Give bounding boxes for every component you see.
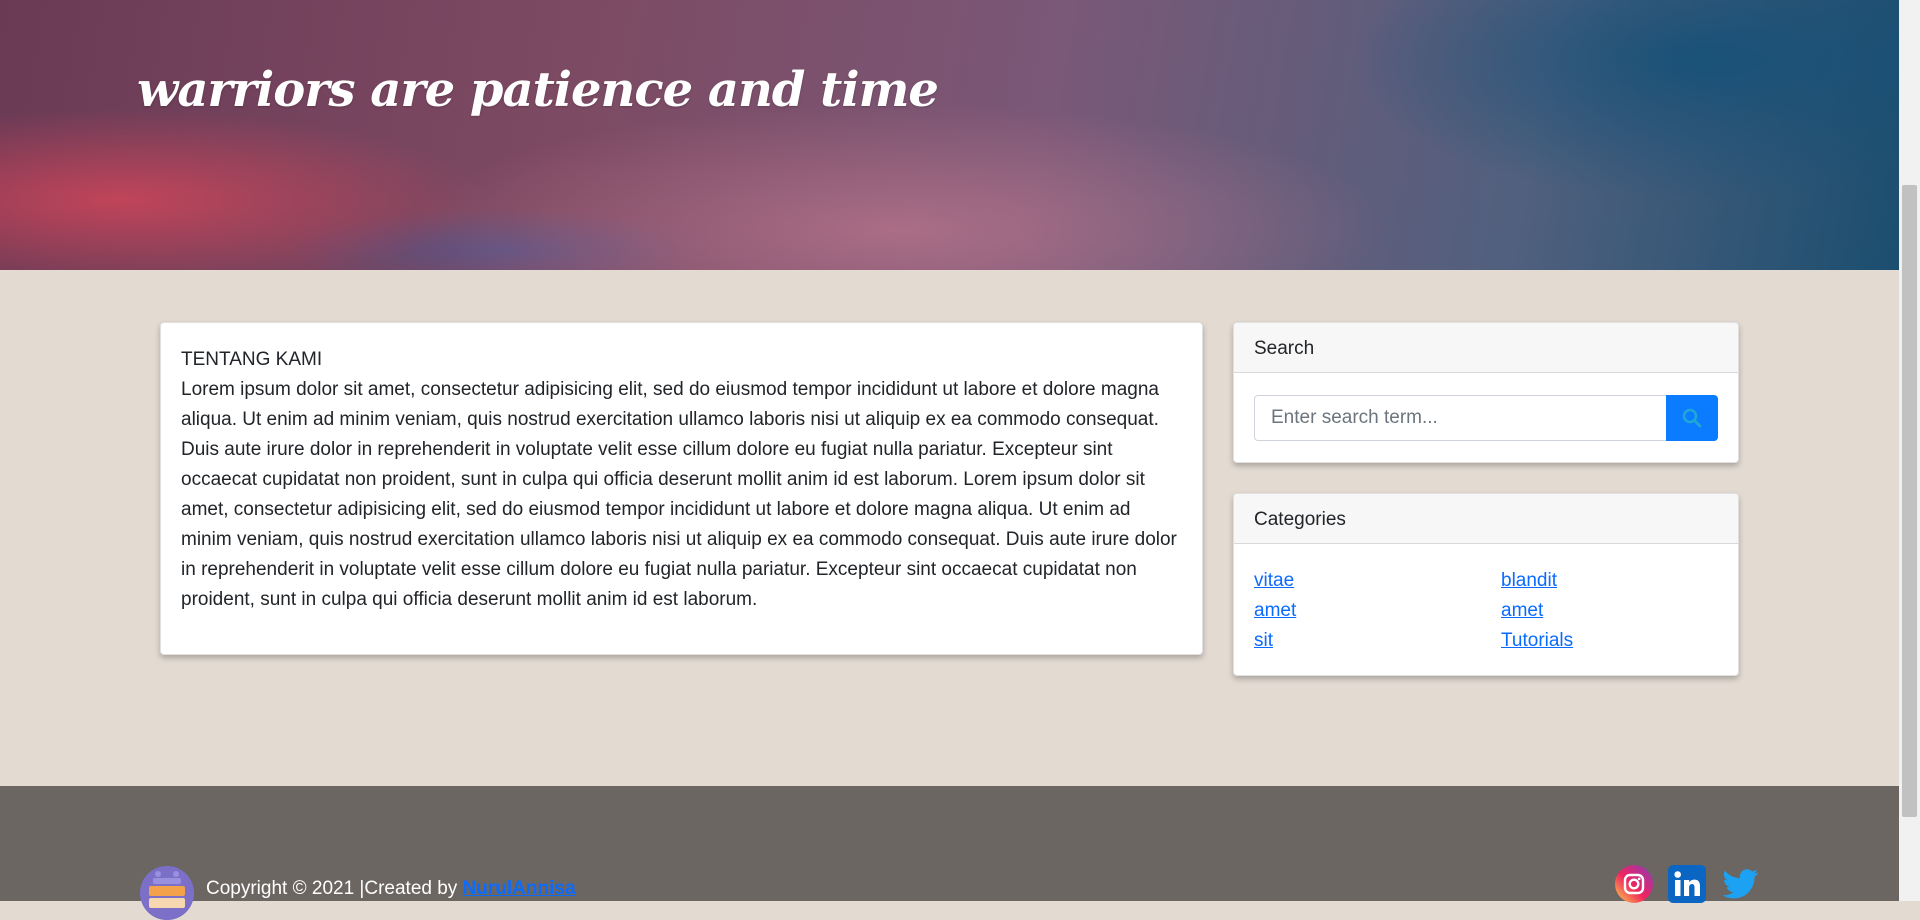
search-header: Search [1234, 323, 1738, 373]
search-input[interactable] [1254, 395, 1666, 441]
about-card: TENTANG KAMI Lorem ipsum dolor sit amet,… [160, 322, 1203, 655]
search-button[interactable] [1666, 395, 1718, 441]
linkedin-icon [1668, 865, 1706, 903]
search-widget: Search [1233, 322, 1739, 463]
instagram-link[interactable] [1614, 864, 1654, 904]
search-bar [1254, 395, 1718, 441]
footer-copyright: Copyright © 2021 |Created by NurulAnnisa [206, 878, 576, 900]
category-link-amet[interactable]: amet [1254, 596, 1501, 626]
categories-list: vitae blandit amet amet sit Tutorials [1254, 566, 1718, 656]
copyright-text: Copyright © 2021 |Created by [206, 878, 463, 899]
scrollbar-thumb[interactable] [1902, 185, 1917, 817]
author-link[interactable]: NurulAnnisa [463, 878, 576, 899]
page-scrollbar[interactable] [1899, 0, 1920, 901]
about-heading: TENTANG KAMI [181, 349, 323, 370]
category-link-blandit[interactable]: blandit [1501, 566, 1718, 596]
hero-banner: warriors are patience and time [0, 0, 1899, 270]
category-link-sit[interactable]: sit [1254, 626, 1501, 656]
about-content: TENTANG KAMI Lorem ipsum dolor sit amet,… [181, 345, 1182, 615]
hero-title: warriors are patience and time [137, 62, 939, 118]
about-text: Lorem ipsum dolor sit amet, consectetur … [181, 379, 1177, 610]
site-logo [140, 866, 194, 920]
instagram-icon [1615, 865, 1653, 903]
twitter-icon [1722, 869, 1759, 899]
linkedin-link[interactable] [1667, 864, 1707, 904]
category-link-tutorials[interactable]: Tutorials [1501, 626, 1718, 656]
twitter-link[interactable] [1720, 864, 1760, 904]
categories-widget: Categories vitae blandit amet amet sit T… [1233, 493, 1739, 676]
categories-header: Categories [1234, 494, 1738, 544]
category-link-amet-2[interactable]: amet [1501, 596, 1718, 626]
search-icon [1682, 408, 1702, 428]
category-link-vitae[interactable]: vitae [1254, 566, 1501, 596]
